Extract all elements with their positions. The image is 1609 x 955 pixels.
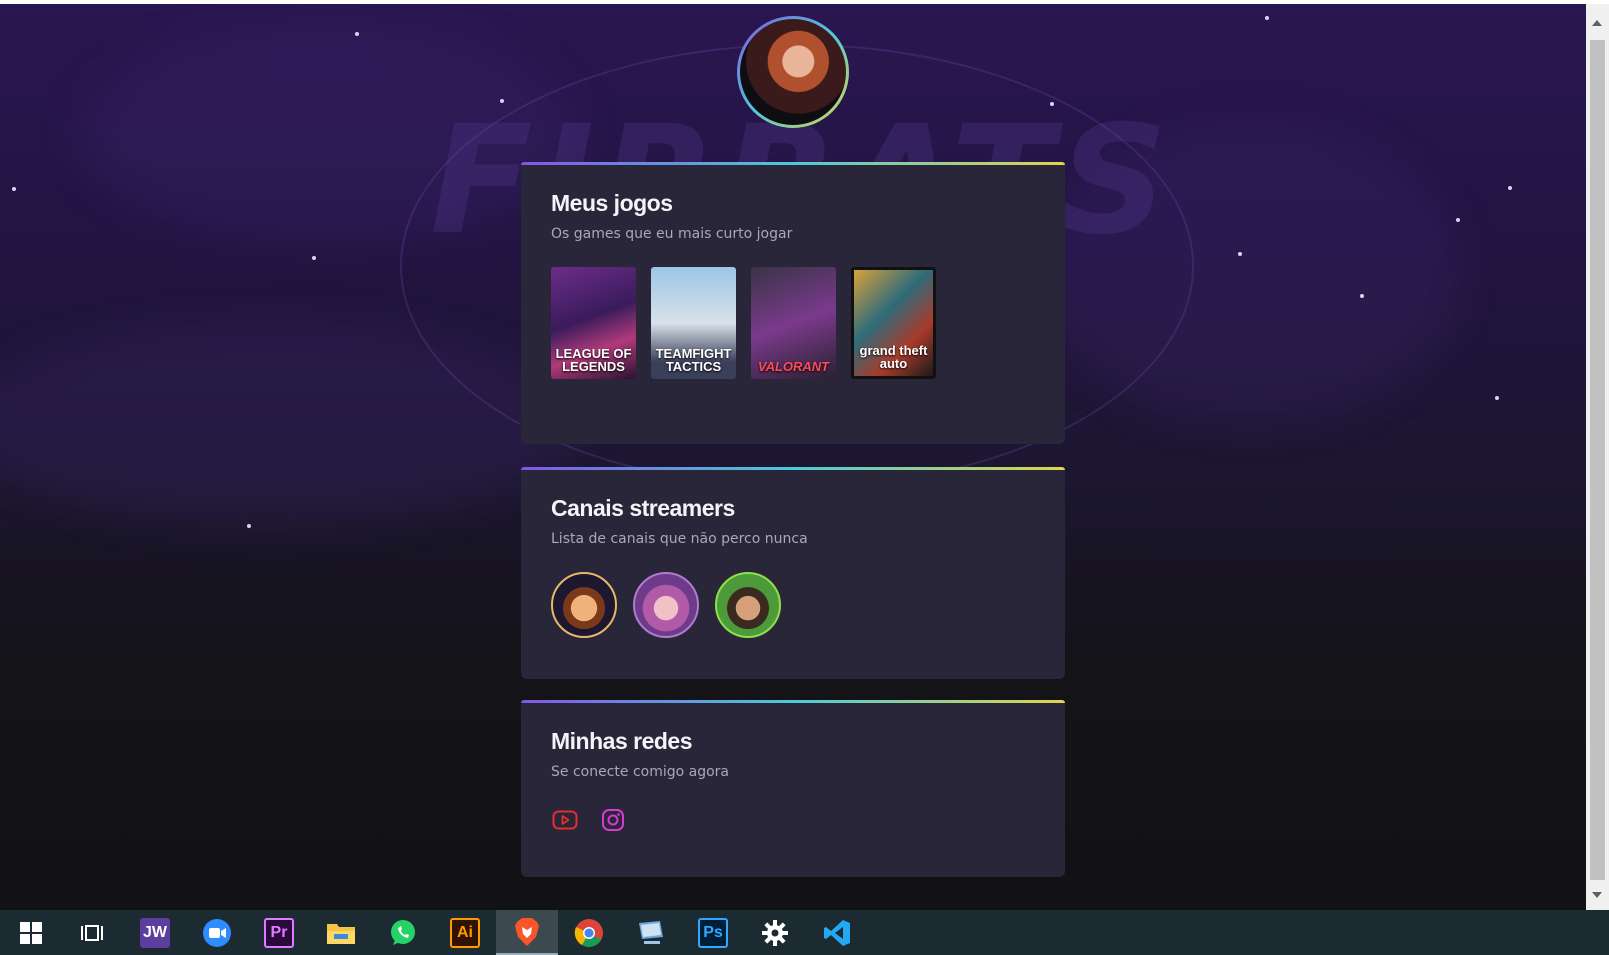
youtube-link[interactable] xyxy=(551,806,579,834)
taskbar-app-photoshop[interactable]: Ps xyxy=(682,910,744,955)
profile-photo xyxy=(740,19,846,125)
jw-app-icon: JW xyxy=(140,917,170,948)
streamers-card: Canais streamers Lista de canais que não… xyxy=(521,467,1065,679)
games-list: LEAGUE OF LEGENDS TEAMFIGHT TACTICS VALO… xyxy=(551,267,1035,379)
star xyxy=(247,524,251,528)
taskbar-app-whatsapp[interactable] xyxy=(372,910,434,955)
instagram-icon xyxy=(602,809,624,831)
star xyxy=(1265,16,1269,20)
star xyxy=(1238,252,1242,256)
socials-list xyxy=(551,806,1035,834)
taskbar-app-zoom[interactable] xyxy=(186,910,248,955)
taskbar-app-chrome[interactable] xyxy=(558,910,620,955)
streamers-list xyxy=(551,572,1035,638)
start-button[interactable] xyxy=(0,910,62,955)
zoom-icon xyxy=(203,918,231,947)
taskbar-app-premiere[interactable]: Pr xyxy=(248,910,310,955)
chrome-icon xyxy=(574,918,603,947)
star xyxy=(312,256,316,260)
socials-title: Minhas redes xyxy=(551,728,693,754)
streamer-avatar[interactable] xyxy=(551,572,617,638)
taskbar-app-brave[interactable] xyxy=(496,910,558,955)
premiere-icon: Pr xyxy=(264,917,294,948)
star xyxy=(355,32,359,36)
star xyxy=(1495,396,1499,400)
games-card: Meus jogos Os games que eu mais curto jo… xyxy=(521,162,1065,444)
taskbar-app-illustrator[interactable]: Ai xyxy=(434,910,496,955)
streamers-title: Canais streamers xyxy=(551,495,735,521)
streamers-subtitle: Lista de canais que não perco nunca xyxy=(551,531,808,547)
scroll-up-arrow-icon[interactable] xyxy=(1592,20,1602,26)
game-league-of-legends[interactable]: LEAGUE OF LEGENDS xyxy=(551,267,636,379)
star xyxy=(12,187,16,191)
game-label: LEAGUE OF LEGENDS xyxy=(555,346,632,374)
socials-card: Minhas redes Se conecte comigo agora xyxy=(521,700,1065,877)
remote-desktop-icon xyxy=(639,920,663,944)
games-title: Meus jogos xyxy=(551,190,673,216)
star xyxy=(1050,102,1054,106)
task-view-button[interactable] xyxy=(62,910,124,955)
scrollbar-thumb[interactable] xyxy=(1590,40,1605,880)
game-label: VALORANT xyxy=(757,359,830,374)
instagram-link[interactable] xyxy=(599,806,627,834)
game-valorant[interactable]: VALORANT xyxy=(751,267,836,379)
windows-taskbar: JW Pr Ai Ps xyxy=(0,910,1609,955)
taskbar-app-remote-desktop[interactable] xyxy=(620,910,682,955)
star xyxy=(1508,186,1512,190)
taskbar-app-jw[interactable]: JW xyxy=(124,910,186,955)
windows-start-icon xyxy=(20,921,42,944)
game-label: grand theft auto xyxy=(859,343,928,371)
file-explorer-icon xyxy=(327,923,355,944)
youtube-icon xyxy=(552,810,578,830)
profile-avatar xyxy=(737,16,849,128)
vscode-icon xyxy=(824,919,850,946)
streamer-avatar[interactable] xyxy=(633,572,699,638)
scroll-down-arrow-icon[interactable] xyxy=(1592,892,1602,898)
game-gta-v[interactable]: grand theft auto xyxy=(851,267,936,379)
star xyxy=(1456,218,1460,222)
task-view-icon xyxy=(81,924,103,941)
illustrator-icon: Ai xyxy=(450,917,480,948)
star xyxy=(1360,294,1364,298)
whatsapp-icon xyxy=(391,919,415,945)
brave-browser-icon xyxy=(515,917,539,946)
photoshop-icon: Ps xyxy=(698,917,728,948)
streamer-avatar[interactable] xyxy=(715,572,781,638)
taskbar-app-settings[interactable] xyxy=(744,910,806,955)
taskbar-app-explorer[interactable] xyxy=(310,910,372,955)
taskbar-app-vscode[interactable] xyxy=(806,910,868,955)
settings-gear-icon xyxy=(762,919,788,946)
vertical-scrollbar[interactable] xyxy=(1586,4,1609,910)
socials-subtitle: Se conecte comigo agora xyxy=(551,764,730,780)
star xyxy=(500,99,504,103)
game-label: TEAMFIGHT TACTICS xyxy=(655,346,732,374)
games-subtitle: Os games que eu mais curto jogar xyxy=(551,226,793,242)
game-teamfight-tactics[interactable]: TEAMFIGHT TACTICS xyxy=(651,267,736,379)
